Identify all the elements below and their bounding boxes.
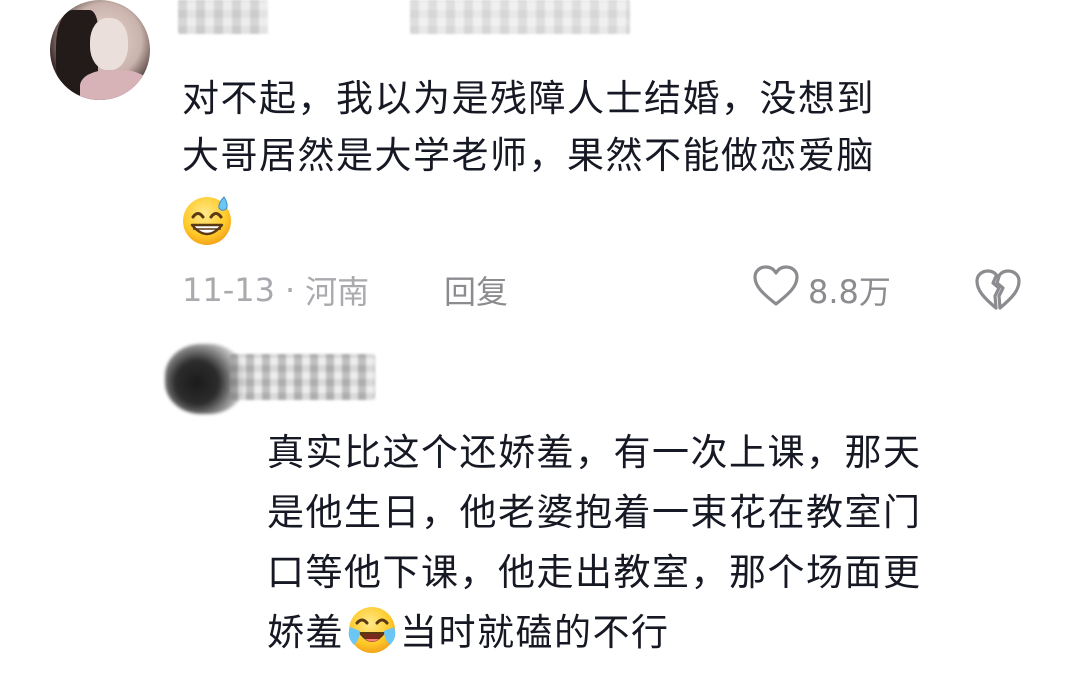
grinning-sweat-emoji [180, 191, 236, 247]
redaction-mosaic [410, 0, 630, 34]
comment-text: 对不起，我以为是残障人士结婚，没想到 大哥居然是大学老师，果然不能做恋爱脑 [182, 70, 1022, 184]
crying-laughing-emoji [346, 603, 398, 655]
reply-text-fragment: 当时就磕的不行 [400, 611, 670, 654]
commenter-avatar[interactable] [50, 0, 150, 100]
comment-meta-row: 11-13 · 河南 回复 8.8万 [182, 262, 1042, 318]
reply-text-line: 真实比这个还娇羞，有一次上课，那天 [267, 431, 922, 474]
reply-text-fragment: 娇羞 [267, 611, 344, 654]
reply-text-line: 口等他下课，他走出教室，那个场面更 [267, 551, 922, 594]
like-count: 8.8万 [808, 273, 891, 311]
comment-date: 11-13 [182, 271, 275, 309]
meta-separator: · [284, 271, 296, 309]
redaction-mosaic [178, 0, 268, 34]
dislike-button[interactable] [974, 268, 1022, 320]
reply-text-line-last: 娇羞 当时就磕的不行 [267, 603, 1047, 663]
comment-text-line: 大哥居然是大学老师，果然不能做恋爱脑 [182, 134, 875, 177]
heart-outline-icon [752, 264, 808, 316]
like-button[interactable]: 8.8万 [752, 264, 891, 316]
avatar-face [90, 18, 128, 70]
comment-location: 河南 [305, 273, 370, 311]
comment-text-line: 对不起，我以为是残障人士结婚，没想到 [182, 77, 875, 120]
avatar-shirt [80, 70, 150, 100]
replier-name-redacted[interactable] [230, 354, 375, 400]
reply-text-line: 是他生日，他老婆抱着一束花在教室门 [267, 491, 922, 534]
reply-text: 真实比这个还娇羞，有一次上课，那天 是他生日，他老婆抱着一束花在教室门 口等他下… [267, 423, 1047, 663]
broken-heart-icon [974, 269, 1022, 320]
reply-button[interactable]: 回复 [444, 267, 508, 313]
